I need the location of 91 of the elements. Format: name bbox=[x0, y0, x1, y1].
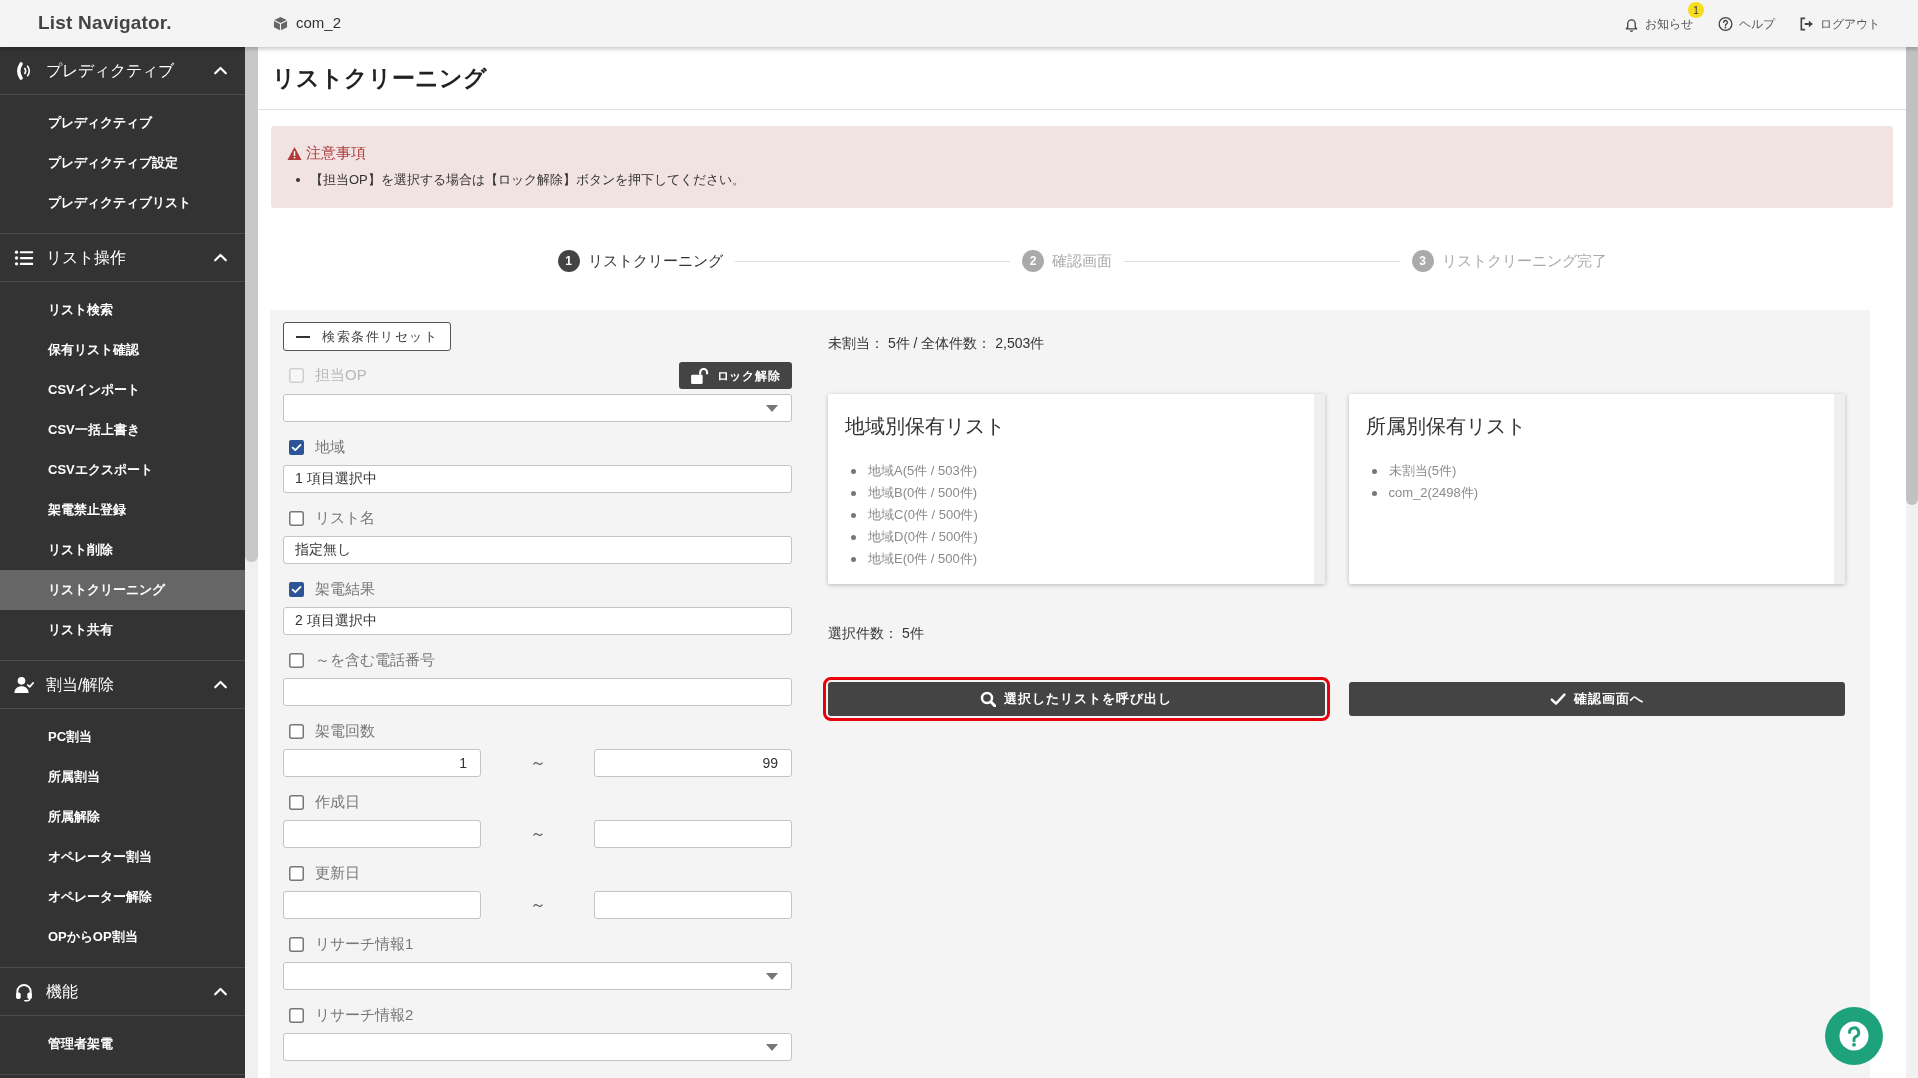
step-label: 確認画面 bbox=[1052, 250, 1112, 271]
confirm-button[interactable]: 確認画面へ bbox=[1348, 682, 1845, 716]
card-list-item: 地域B(0件 / 500件) bbox=[868, 484, 978, 503]
checkbox[interactable] bbox=[289, 439, 304, 455]
card-list-item: com_2(2498件) bbox=[1388, 484, 1479, 503]
bullet-icon bbox=[851, 468, 856, 474]
text-field[interactable]: 1 項目選択中 bbox=[283, 465, 792, 493]
text-field[interactable] bbox=[283, 820, 481, 848]
select-field[interactable] bbox=[283, 394, 792, 422]
caret-down-icon bbox=[766, 1043, 778, 1051]
step-label: リストクリーニング完了 bbox=[1441, 250, 1607, 271]
checkbox[interactable] bbox=[289, 652, 304, 668]
range-separator: ～ bbox=[529, 753, 546, 773]
field-label: リサーチ情報2 bbox=[315, 1004, 414, 1025]
card-list-item: 地域A(5件 / 503件) bbox=[868, 462, 978, 481]
field-label: ～を含む電話番号 bbox=[315, 649, 435, 670]
bullet-icon bbox=[851, 556, 856, 562]
help-link[interactable]: ヘルプ bbox=[1718, 0, 1775, 47]
scrollbar-thumb[interactable] bbox=[245, 47, 258, 562]
text-field[interactable]: 1 bbox=[283, 749, 481, 777]
caret-down-icon bbox=[766, 404, 778, 412]
checkbox[interactable] bbox=[289, 936, 304, 952]
checkbox[interactable] bbox=[289, 723, 304, 739]
field-label: 地域 bbox=[315, 436, 345, 457]
headset-icon bbox=[14, 981, 34, 1002]
range-separator: ～ bbox=[529, 824, 546, 844]
text-field[interactable] bbox=[594, 891, 792, 919]
cube-icon bbox=[273, 16, 288, 31]
warning-icon bbox=[287, 145, 302, 161]
step-number: 3 bbox=[1411, 250, 1434, 272]
field-label: 作成日 bbox=[315, 791, 360, 812]
notice-title: 注意事項 bbox=[306, 142, 366, 163]
selected-count: 選択件数： 5件 bbox=[828, 624, 924, 643]
checkbox[interactable] bbox=[289, 581, 304, 597]
check-icon bbox=[1549, 691, 1566, 707]
card-title: 地域別保有リスト bbox=[845, 414, 1005, 438]
text-field[interactable]: 99 bbox=[594, 749, 792, 777]
user-check-icon bbox=[14, 674, 34, 695]
range-separator: ～ bbox=[529, 895, 546, 915]
notification-badge: 1 bbox=[1688, 2, 1704, 18]
logout-link[interactable]: ログアウト bbox=[1799, 0, 1880, 47]
summary-counts: 未割当： 5件 / 全体件数： 2,503件 bbox=[828, 334, 1045, 353]
help-icon[interactable] bbox=[1825, 1007, 1883, 1065]
text-field[interactable] bbox=[594, 820, 792, 848]
bullet-icon bbox=[851, 490, 856, 496]
select-field[interactable] bbox=[283, 1033, 792, 1061]
help-circle-icon bbox=[1718, 15, 1733, 32]
scrollbar[interactable] bbox=[245, 47, 258, 1078]
reset-button[interactable]: 検索条件リセット bbox=[283, 322, 452, 351]
checkbox[interactable] bbox=[289, 865, 304, 881]
card-list-item: 地域C(0件 / 500件) bbox=[868, 506, 978, 525]
search-icon bbox=[980, 691, 996, 707]
field-label: リスト名 bbox=[315, 507, 375, 528]
sidebar-item[interactable]: リストクリーニング bbox=[0, 570, 245, 610]
scrollbar[interactable] bbox=[1906, 47, 1918, 1078]
step-number: 1 bbox=[557, 250, 580, 272]
step-number: 2 bbox=[1022, 250, 1044, 272]
field-label: 架電回数 bbox=[315, 720, 375, 741]
card-list-item: 地域D(0件 / 500件) bbox=[868, 528, 978, 547]
field-label: リサーチ情報1 bbox=[315, 933, 414, 954]
checkbox[interactable] bbox=[289, 794, 304, 810]
field-label: 更新日 bbox=[315, 862, 360, 883]
text-field[interactable] bbox=[283, 678, 792, 706]
text-field[interactable] bbox=[283, 891, 481, 919]
card-list-item: 未割当(5件) bbox=[1388, 462, 1457, 481]
bullet-icon bbox=[296, 178, 300, 182]
field-label: 架電結果 bbox=[315, 578, 375, 599]
bullet-icon bbox=[851, 512, 856, 518]
bullet-icon bbox=[851, 534, 856, 540]
card-list-item: 地域E(0件 / 500件) bbox=[868, 550, 978, 569]
minus-icon bbox=[296, 335, 310, 338]
sidebar-section-header[interactable]: 割当/解除 bbox=[0, 661, 245, 709]
text-field[interactable]: 2 項目選択中 bbox=[283, 607, 792, 635]
tenant-name: com_2 bbox=[296, 13, 342, 34]
notifications-link[interactable]: お知らせ 1 bbox=[1624, 0, 1704, 47]
scrollbar-thumb[interactable] bbox=[1906, 47, 1918, 505]
select-field[interactable] bbox=[283, 962, 792, 990]
text-field[interactable]: 指定無し bbox=[283, 536, 792, 564]
bullet-icon bbox=[1371, 490, 1377, 496]
app-logo: List Navigator. bbox=[38, 11, 172, 36]
caret-down-icon bbox=[766, 972, 778, 980]
checkbox[interactable] bbox=[289, 510, 304, 526]
field-label: 担当OP bbox=[315, 365, 367, 386]
page-title: リストクリーニング bbox=[272, 63, 487, 93]
unlock-icon bbox=[690, 367, 709, 384]
notice-text: 【担当OP】を選択する場合は【ロック解除】ボタンを押下してください。 bbox=[310, 171, 745, 190]
logout-icon bbox=[1799, 15, 1814, 32]
step-label: リストクリーニング bbox=[587, 250, 723, 271]
checkbox[interactable] bbox=[289, 1007, 304, 1023]
bullet-icon bbox=[1371, 468, 1377, 474]
card-title: 所属別保有リスト bbox=[1365, 414, 1526, 438]
